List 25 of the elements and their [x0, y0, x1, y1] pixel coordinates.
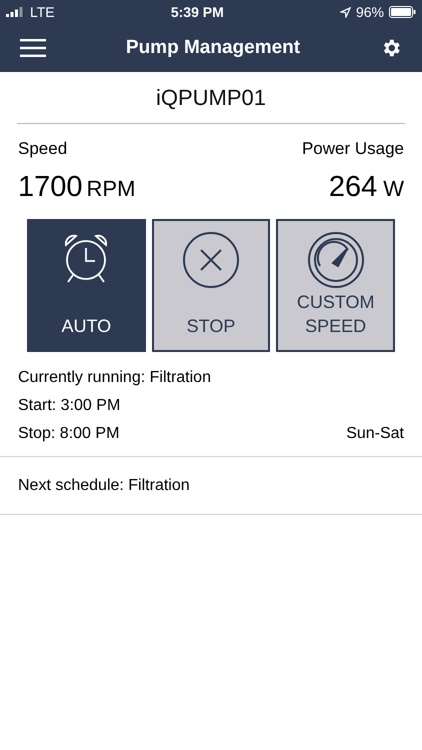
mode-button[interactable]: STOP — [152, 219, 270, 352]
power-unit: W — [383, 174, 404, 202]
close-circle-icon — [182, 231, 240, 289]
battery-percent: 96% — [356, 2, 384, 22]
speed-unit: RPM — [86, 174, 136, 202]
start-time: Start: 3:00 PM — [18, 396, 122, 416]
speed-value: 1700 — [18, 170, 83, 204]
location-icon — [340, 6, 351, 18]
speed-label: Speed — [18, 138, 68, 160]
power-label: Power Usage — [302, 138, 404, 160]
running-text: Currently running: Filtration — [18, 368, 212, 388]
gauge-icon — [306, 231, 365, 289]
status-time: 5:39 PM — [170, 2, 224, 22]
carrier-text: LTE — [30, 2, 55, 22]
mode-button[interactable]: CUSTOM SPEED — [276, 219, 396, 352]
stop-time: Stop: 8:00 PM — [18, 424, 120, 444]
battery-icon — [389, 6, 416, 18]
mode-button[interactable]: AUTO — [27, 219, 146, 352]
menu-icon[interactable] — [20, 39, 46, 57]
pump-name: iQPUMP01 — [156, 84, 266, 112]
screen-title: Pump Management — [126, 36, 300, 60]
schedule-days: Sun-Sat — [346, 422, 404, 446]
next-schedule-text: Next schedule: Filtration — [18, 476, 190, 496]
power-value: 264 — [328, 170, 378, 204]
signal-icon — [6, 7, 24, 17]
